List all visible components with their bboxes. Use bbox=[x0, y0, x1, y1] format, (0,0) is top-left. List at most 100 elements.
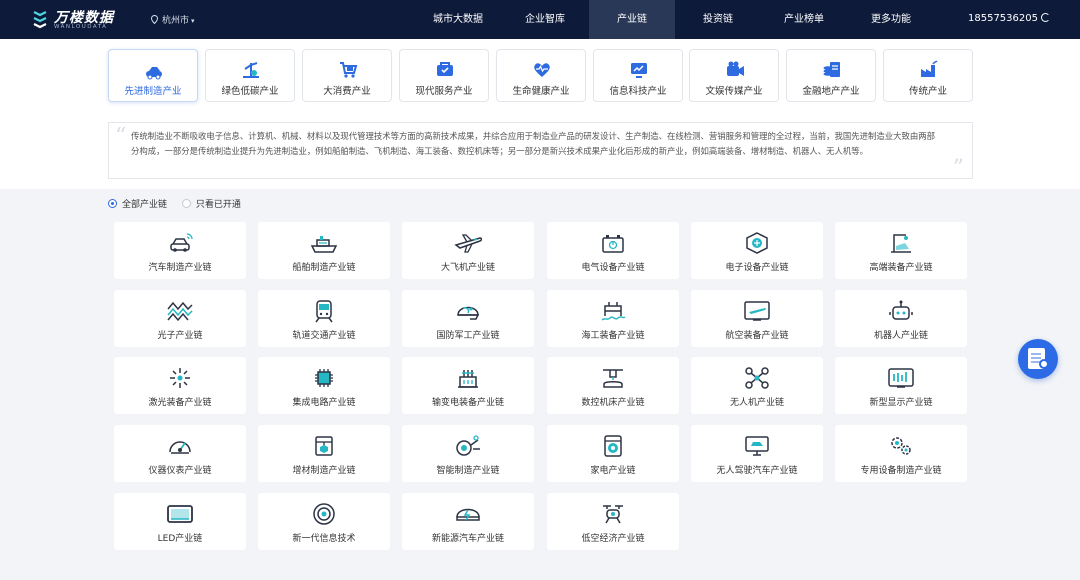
category-tab-label: 绿色低碳产业 bbox=[221, 86, 279, 97]
chain-card-3[interactable]: 电气设备产业链 bbox=[547, 222, 679, 279]
chain-card-16[interactable]: 无人机产业链 bbox=[691, 357, 823, 414]
nav-industry-chain[interactable]: 产业链 bbox=[589, 0, 675, 39]
airplane-icon bbox=[454, 234, 482, 253]
chain-card-label: 无人机产业链 bbox=[729, 398, 784, 408]
chain-card-label: 海工装备产业链 bbox=[581, 331, 645, 341]
chain-card-11[interactable]: 机器人产业链 bbox=[835, 290, 967, 347]
chain-card-27[interactable]: 低空经济产业链 bbox=[547, 493, 679, 550]
coins-icon bbox=[823, 62, 840, 77]
chain-card-17[interactable]: 新型显示产业链 bbox=[835, 357, 967, 414]
magnifier-icon bbox=[1039, 359, 1049, 369]
chain-card-18[interactable]: 仪器仪表产业链 bbox=[114, 425, 246, 482]
chain-card-22[interactable]: 无人驾驶汽车产业链 bbox=[691, 425, 823, 482]
monitor-chart-icon bbox=[631, 63, 647, 78]
category-tab-3[interactable]: 现代服务产业 bbox=[399, 49, 489, 102]
nav-industry-rankings[interactable]: 产业榜单 bbox=[772, 0, 836, 39]
category-tab-6[interactable]: 文娱传媒产业 bbox=[689, 49, 779, 102]
chain-card-13[interactable]: 集成电路产业链 bbox=[258, 357, 390, 414]
train-icon bbox=[315, 300, 333, 323]
washing-machine-icon bbox=[604, 435, 622, 457]
chain-card-7[interactable]: 轨道交通产业链 bbox=[258, 290, 390, 347]
chain-card-2[interactable]: 大飞机产业链 bbox=[402, 222, 534, 279]
chain-card-20[interactable]: 智能制造产业链 bbox=[402, 425, 534, 482]
category-tab-label: 文娱传媒产业 bbox=[705, 86, 763, 97]
chain-card-4[interactable]: 电子设备产业链 bbox=[691, 222, 823, 279]
category-tab-5[interactable]: 信息科技产业 bbox=[593, 49, 683, 102]
category-tab-8[interactable]: 传统产业 bbox=[883, 49, 973, 102]
logout-icon[interactable] bbox=[1041, 13, 1050, 22]
logo[interactable]: 万楼数据 WANLOUDATA bbox=[32, 7, 122, 33]
factory-icon bbox=[921, 60, 938, 77]
chain-card-15[interactable]: 数控机床产业链 bbox=[547, 357, 679, 414]
chain-card-label: 电气设备产业链 bbox=[581, 263, 645, 273]
nav-enterprise-think-tank[interactable]: 企业智库 bbox=[508, 0, 582, 39]
chain-card-label: 光子产业链 bbox=[157, 331, 203, 341]
chain-card-21[interactable]: 家电产业链 bbox=[547, 425, 679, 482]
ship-icon bbox=[310, 236, 338, 253]
chain-card-8[interactable]: 国防军工产业链 bbox=[402, 290, 534, 347]
category-tab-0[interactable]: 先进制造产业 bbox=[108, 49, 198, 102]
city-selector[interactable]: 杭州市 ▾ bbox=[151, 13, 195, 26]
connected-car-icon bbox=[170, 233, 193, 252]
chain-card-0[interactable]: 汽车制造产业链 bbox=[114, 222, 246, 279]
chain-card-label: 增材制造产业链 bbox=[292, 466, 356, 476]
filter-all-label: 全部产业链 bbox=[122, 200, 168, 210]
chain-card-label: 无人驾驶汽车产业链 bbox=[716, 466, 798, 476]
chain-card-6[interactable]: 光子产业链 bbox=[114, 290, 246, 347]
chain-card-label: 轨道交通产业链 bbox=[292, 331, 356, 341]
category-tab-4[interactable]: 生命健康产业 bbox=[496, 49, 586, 102]
user-phone: 18557536205 bbox=[968, 13, 1038, 24]
led-panel-icon bbox=[167, 505, 193, 523]
robot-arm-icon bbox=[891, 234, 911, 253]
transformer-icon bbox=[458, 370, 478, 388]
gauge-icon bbox=[169, 441, 191, 454]
chain-card-23[interactable]: 专用设备制造产业链 bbox=[835, 425, 967, 482]
chain-card-19[interactable]: 增材制造产业链 bbox=[258, 425, 390, 482]
signal-target-icon bbox=[313, 503, 335, 525]
chain-card-9[interactable]: 海工装备产业链 bbox=[547, 290, 679, 347]
category-tab-1[interactable]: 绿色低碳产业 bbox=[205, 49, 295, 102]
integrated-circuit-icon bbox=[315, 369, 333, 387]
photon-wave-icon bbox=[167, 301, 193, 322]
chain-card-label: 输变电装备产业链 bbox=[431, 398, 504, 408]
category-tab-7[interactable]: 金融地产产业 bbox=[786, 49, 876, 102]
chain-card-14[interactable]: 输变电装备产业链 bbox=[402, 357, 534, 414]
offshore-platform-icon bbox=[601, 302, 626, 321]
chip-hexagon-icon bbox=[746, 232, 768, 254]
chain-card-5[interactable]: 高端装备产业链 bbox=[835, 222, 967, 279]
radio-unselected-icon bbox=[181, 199, 191, 208]
chain-card-24[interactable]: LED产业链 bbox=[114, 493, 246, 550]
nav-investment-chain[interactable]: 投资链 bbox=[690, 0, 746, 39]
3d-printer-icon bbox=[315, 436, 333, 456]
chain-card-label: 大飞机产业链 bbox=[440, 263, 495, 273]
car-factory-icon bbox=[146, 67, 162, 80]
category-tab-label: 先进制造产业 bbox=[124, 86, 182, 97]
user-account[interactable]: 18557536205 bbox=[968, 13, 1050, 24]
helmet-icon bbox=[457, 306, 480, 320]
description-text: 传统制造业不断吸收电子信息、计算机、机械、材料以及现代管理技术等方面的高新技术成… bbox=[131, 131, 935, 156]
robot-icon bbox=[889, 300, 913, 320]
location-pin-icon bbox=[151, 15, 158, 24]
nav-more-features[interactable]: 更多功能 bbox=[858, 0, 924, 39]
laser-icon bbox=[170, 368, 190, 388]
chain-card-25[interactable]: 新一代信息技术 bbox=[258, 493, 390, 550]
autonomous-car-icon bbox=[745, 436, 769, 456]
chain-card-12[interactable]: 激光装备产业链 bbox=[114, 357, 246, 414]
chain-card-label: 新型显示产业链 bbox=[869, 398, 933, 408]
chain-card-26[interactable]: 新能源汽车产业链 bbox=[402, 493, 534, 550]
category-tab-2[interactable]: 大消费产业 bbox=[302, 49, 392, 102]
display-panel-icon bbox=[888, 368, 914, 388]
city-name: 杭州市 bbox=[162, 16, 190, 26]
filter-all-option[interactable]: 全部产业链 bbox=[108, 197, 167, 210]
top-nav-bar: 万楼数据 WANLOUDATA 杭州市 ▾ 城市大数据 企业智库 产业链 投资链 … bbox=[0, 0, 1080, 39]
chain-card-label: 国防军工产业链 bbox=[436, 331, 500, 341]
filter-opened-option[interactable]: 只看已开通 bbox=[181, 197, 241, 210]
chain-card-1[interactable]: 船舶制造产业链 bbox=[258, 222, 390, 279]
nav-city-bigdata[interactable]: 城市大数据 bbox=[422, 0, 494, 39]
chain-card-10[interactable]: 航空装备产业链 bbox=[691, 290, 823, 347]
chain-card-label: 低空经济产业链 bbox=[581, 534, 645, 544]
floating-report-button[interactable] bbox=[1018, 339, 1058, 379]
chain-card-label: LED产业链 bbox=[157, 534, 203, 544]
shopping-cart-icon bbox=[340, 62, 358, 78]
category-tab-label: 传统产业 bbox=[908, 86, 947, 97]
